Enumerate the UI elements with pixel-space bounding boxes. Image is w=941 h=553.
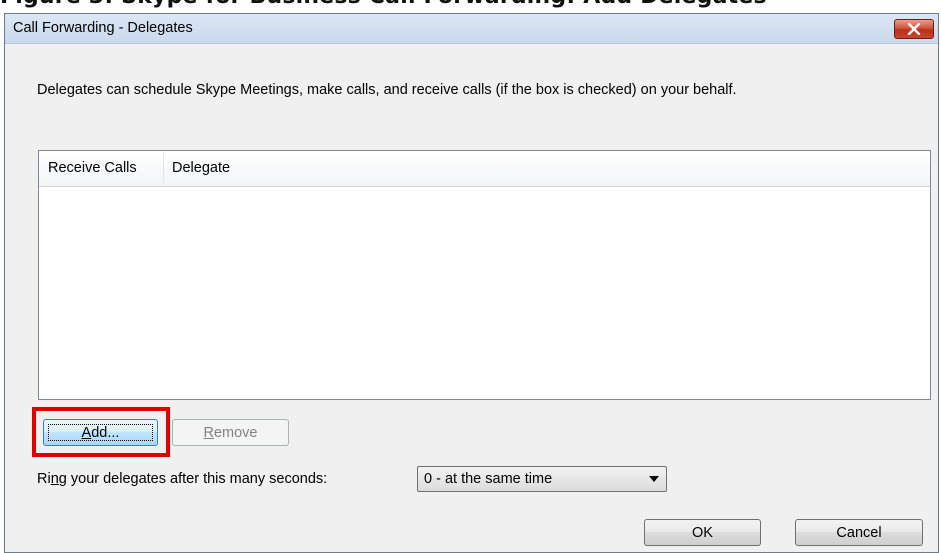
delegates-list[interactable]: Receive Calls Delegate — [38, 150, 931, 400]
close-icon — [907, 23, 921, 35]
call-forwarding-delegates-dialog: Call Forwarding - Delegates Delegates ca… — [4, 13, 939, 553]
dialog-description: Delegates can schedule Skype Meetings, m… — [37, 82, 737, 98]
chevron-down-icon — [649, 476, 659, 482]
remove-button-label: Remove — [203, 424, 258, 441]
ring-delay-selected-value: 0 - at the same time — [424, 471, 553, 487]
column-divider[interactable] — [163, 153, 164, 183]
add-button-label: Add... — [81, 424, 120, 441]
delegates-list-header: Receive Calls Delegate — [39, 151, 930, 187]
remove-button[interactable]: Remove — [172, 419, 289, 446]
ok-button[interactable]: OK — [644, 519, 761, 546]
column-header-delegate[interactable]: Delegate — [172, 160, 230, 176]
ring-delay-dropdown[interactable]: 0 - at the same time — [417, 466, 667, 492]
delegates-list-body — [39, 187, 930, 399]
background-document-clipped-text: Figure 3: Skype for Business Call Forwar… — [0, 0, 941, 10]
title-bar: Call Forwarding - Delegates — [5, 14, 938, 44]
close-button[interactable] — [894, 19, 934, 39]
add-button[interactable]: Add... — [43, 419, 158, 446]
ring-delay-label: Ring your delegates after this many seco… — [37, 471, 328, 487]
background-heading: Figure 3: Skype for Business Call Forwar… — [0, 0, 767, 9]
window-title: Call Forwarding - Delegates — [13, 20, 193, 36]
cancel-button[interactable]: Cancel — [795, 519, 923, 546]
column-header-receive-calls[interactable]: Receive Calls — [48, 160, 137, 176]
